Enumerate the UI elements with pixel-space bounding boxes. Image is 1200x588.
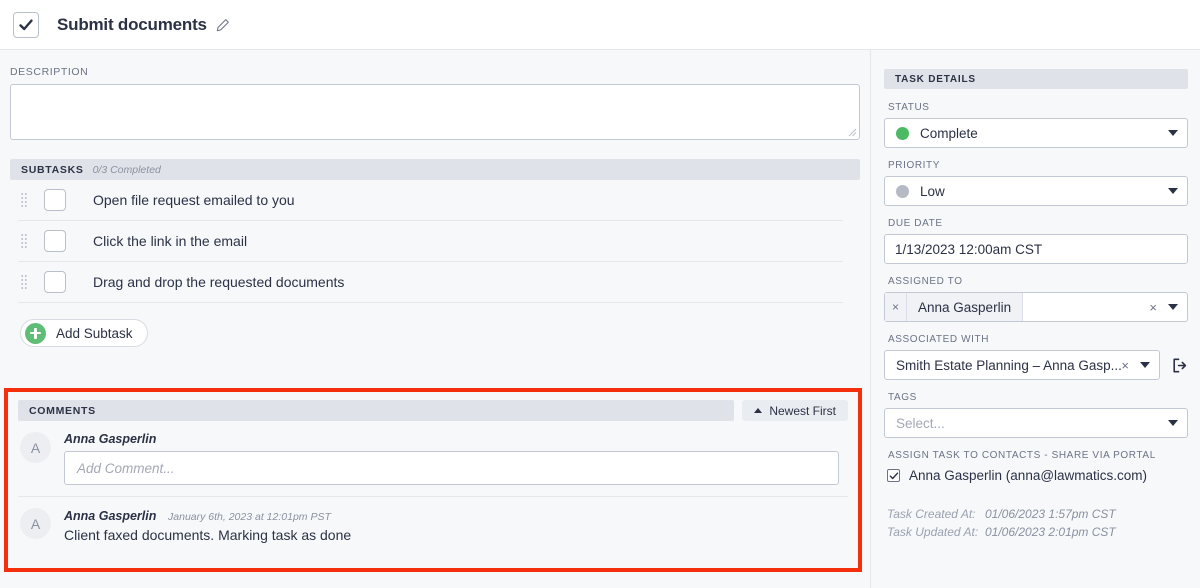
task-details-label: TASK DETAILS xyxy=(895,73,976,85)
subtask-checkbox[interactable] xyxy=(44,189,66,211)
assignee-name: Anna Gasperlin xyxy=(918,299,1012,315)
status-select[interactable]: Complete xyxy=(884,118,1188,148)
avatar: A xyxy=(20,508,51,539)
task-complete-checkbox[interactable] xyxy=(13,11,39,38)
drag-handle-icon[interactable] xyxy=(18,274,30,290)
task-updated-label: Task Updated At: xyxy=(887,525,979,539)
status-label: STATUS xyxy=(888,102,930,113)
description-textarea[interactable] xyxy=(10,84,860,140)
comment-item: A Anna Gasperlin January 6th, 2023 at 12… xyxy=(18,496,848,543)
associated-with-label: ASSOCIATED WITH xyxy=(888,334,990,345)
subtask-checkbox[interactable] xyxy=(44,230,66,252)
associated-with-select[interactable]: Smith Estate Planning – Anna Gasp... × xyxy=(884,350,1160,380)
comment-composer: A Anna Gasperlin Add Comment... xyxy=(18,421,848,485)
chevron-down-icon xyxy=(1168,304,1178,310)
priority-dot-icon xyxy=(896,184,909,198)
tags-placeholder: Select... xyxy=(896,415,945,431)
portal-share-label: ASSIGN TASK TO CONTACTS - SHARE VIA PORT… xyxy=(888,450,1156,461)
task-details-header: TASK DETAILS xyxy=(884,69,1188,89)
resize-grip-icon xyxy=(848,128,857,137)
clear-association-icon[interactable]: × xyxy=(1121,358,1129,373)
tags-label: TAGS xyxy=(888,392,917,403)
clear-assignees-icon[interactable]: × xyxy=(1149,300,1157,315)
checkmark-icon xyxy=(19,18,33,30)
chevron-down-icon xyxy=(1168,130,1178,136)
external-link-icon[interactable] xyxy=(1171,357,1188,374)
sort-label: Newest First xyxy=(769,403,836,418)
comments-label: COMMENTS xyxy=(29,404,96,417)
portal-contact-row[interactable]: Anna Gasperlin (anna@lawmatics.com) xyxy=(887,468,1188,483)
assigned-to-select[interactable]: × Anna Gasperlin × xyxy=(884,292,1188,322)
comment-text: Client faxed documents. Marking task as … xyxy=(64,527,352,543)
task-updated-row: Task Updated At: 01/06/2023 2:01pm CST xyxy=(887,525,1188,539)
task-created-value: 01/06/2023 1:57pm CST xyxy=(985,507,1116,521)
task-created-row: Task Created At: 01/06/2023 1:57pm CST xyxy=(887,507,1188,521)
comment-timestamp: January 6th, 2023 at 12:01pm PST xyxy=(168,511,331,523)
add-subtask-button[interactable]: Add Subtask xyxy=(20,319,148,347)
subtask-label: Click the link in the email xyxy=(93,233,248,249)
assignee-token: × Anna Gasperlin xyxy=(885,293,1024,321)
chevron-down-icon xyxy=(1168,188,1178,194)
task-header-bar: Submit documents xyxy=(0,0,1200,50)
add-comment-input[interactable]: Add Comment... xyxy=(64,451,839,485)
subtask-row[interactable]: Open file request emailed to you xyxy=(18,180,843,221)
due-date-input[interactable]: 1/13/2023 12:00am CST xyxy=(884,234,1188,264)
priority-value: Low xyxy=(920,183,945,199)
subtasks-label: SUBTASKS xyxy=(21,163,84,176)
portal-contact-name: Anna Gasperlin (anna@lawmatics.com) xyxy=(909,468,1148,483)
priority-label: PRIORITY xyxy=(888,160,941,171)
subtask-label: Drag and drop the requested documents xyxy=(93,274,345,290)
status-dot-icon xyxy=(896,126,909,140)
remove-assignee-icon[interactable]: × xyxy=(885,293,908,321)
subtasks-section: SUBTASKS 0/3 Completed Open file request… xyxy=(10,159,860,347)
comments-section-highlight: COMMENTS Newest First A Anna Gasperlin A… xyxy=(4,388,862,572)
drag-handle-icon[interactable] xyxy=(18,192,30,208)
comment-author: Anna Gasperlin xyxy=(64,509,157,523)
comments-header: COMMENTS xyxy=(18,400,735,421)
subtasks-progress: 0/3 Completed xyxy=(92,163,161,176)
priority-select[interactable]: Low xyxy=(884,176,1188,206)
subtask-row[interactable]: Click the link in the email xyxy=(18,221,843,262)
portal-contact-checkbox[interactable] xyxy=(887,469,900,482)
page-title: Submit documents xyxy=(57,14,207,34)
avatar: A xyxy=(20,432,51,463)
subtasks-header: SUBTASKS 0/3 Completed xyxy=(10,159,860,180)
add-subtask-label: Add Subtask xyxy=(56,325,133,341)
associated-with-value: Smith Estate Planning – Anna Gasp... xyxy=(896,357,1122,373)
task-details-panel: TASK DETAILS STATUS Complete PRIORITY Lo… xyxy=(872,50,1200,588)
drag-handle-icon[interactable] xyxy=(18,233,30,249)
caret-up-icon xyxy=(754,408,763,413)
description-label: DESCRIPTION xyxy=(10,66,89,78)
status-value: Complete xyxy=(920,125,978,141)
sort-newest-first-button[interactable]: Newest First xyxy=(742,400,848,421)
task-created-label: Task Created At: xyxy=(887,507,976,521)
edit-title-pencil-icon[interactable] xyxy=(216,18,230,32)
assigned-to-label: ASSIGNED TO xyxy=(888,276,963,287)
subtask-row[interactable]: Drag and drop the requested documents xyxy=(18,262,843,303)
subtask-label: Open file request emailed to you xyxy=(93,192,295,208)
tags-select[interactable]: Select... xyxy=(884,408,1188,438)
task-detail-page: Submit documents DESCRIPTION SUBTASKS 0/… xyxy=(0,0,1200,588)
checkmark-icon xyxy=(889,471,898,479)
subtask-checkbox[interactable] xyxy=(44,271,66,293)
task-updated-value: 01/06/2023 2:01pm CST xyxy=(985,525,1116,539)
composer-author: Anna Gasperlin xyxy=(64,432,157,446)
chevron-down-icon xyxy=(1140,362,1150,368)
chevron-down-icon xyxy=(1168,420,1178,426)
plus-circle-icon xyxy=(25,322,46,344)
due-date-label: DUE DATE xyxy=(888,218,943,229)
